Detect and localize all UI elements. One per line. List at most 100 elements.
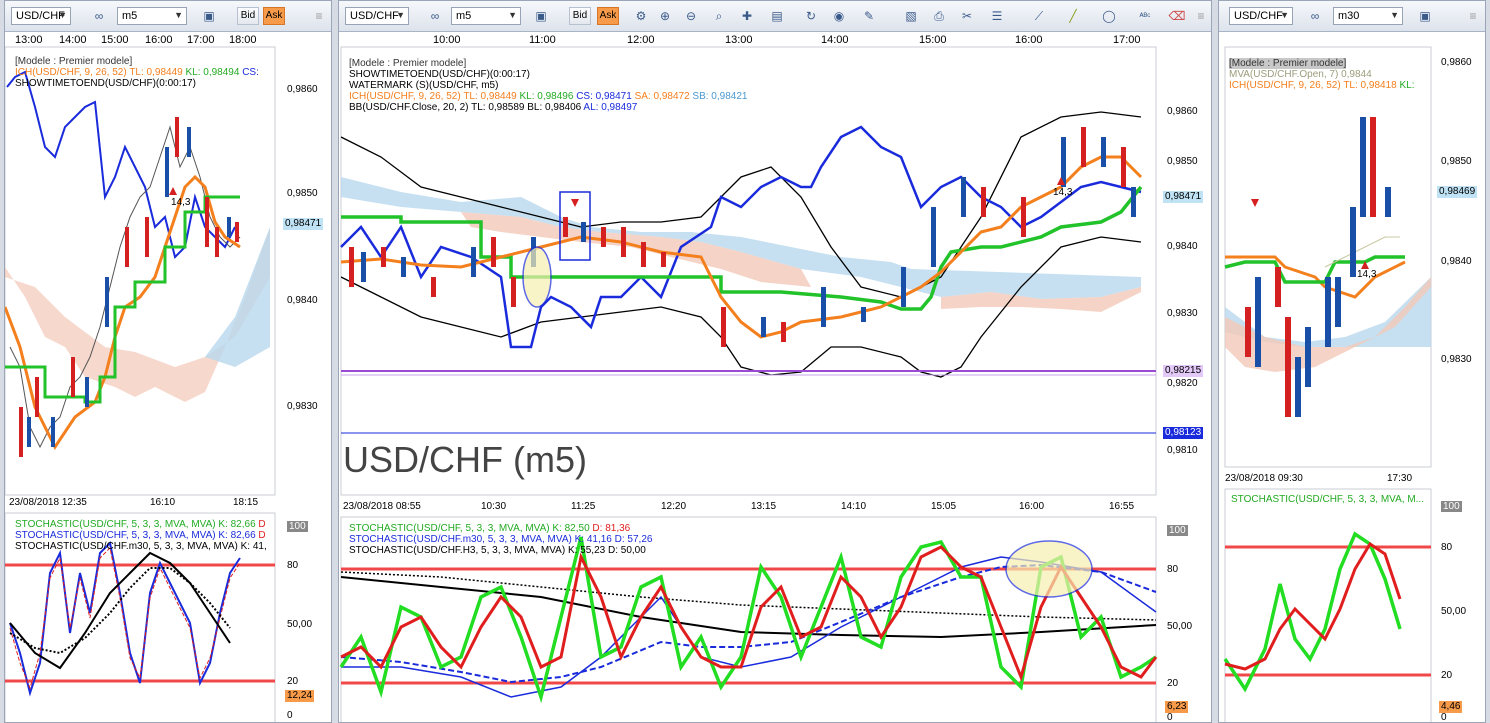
toolbar: USD/CHF ▼ ∞ m5 ▼ ▣ Bid Ask ⚙ ⊕ ⊖ ⌕ ✚ ▤ ↻ ◉… [339, 1, 1211, 32]
link-icon[interactable]: ∞ [1305, 7, 1325, 25]
ask-button[interactable]: Ask [597, 7, 619, 25]
date-label: 18:15 [233, 497, 259, 508]
template-icon[interactable]: ▤ [767, 7, 787, 25]
symbol-select[interactable]: USD/CHF ▼ [1229, 7, 1293, 25]
fan-icon[interactable]: ⟋ [1029, 7, 1049, 25]
chart-type-icon[interactable]: ▣ [531, 7, 551, 25]
stoch-level: 0 [1441, 712, 1447, 723]
current-price-tag: 0,98469 [1437, 186, 1478, 198]
legend-ichimoku: ICH(USD/CHF, 9, 26, 52) TL: 0,98449 KL: … [349, 91, 748, 102]
image-icon[interactable]: ▧ [901, 7, 921, 25]
date-label: 10:30 [481, 501, 507, 512]
stoch-legend-2: STOCHASTIC(USD/CHF.m30, 5, 3, 3, MVA, MV… [349, 534, 653, 545]
price-chart[interactable]: 14,3 [1224, 46, 1432, 468]
stoch-level: 100 [287, 521, 308, 532]
current-price-tag: 0,98471 [1163, 191, 1204, 203]
menu-icon[interactable]: ≡ [309, 7, 329, 25]
print-icon[interactable]: ⎙ [929, 7, 949, 25]
chevron-down-icon: ▼ [1390, 10, 1399, 20]
time-label: 12:00 [627, 34, 655, 46]
chart-type-icon[interactable]: ▣ [1415, 7, 1435, 25]
bid-button[interactable]: Bid [569, 7, 591, 25]
stoch-legend-2: STOCHASTIC(USD/CHF, 5, 3, 3, MVA, MVA) K… [15, 530, 266, 541]
ich-tl: TL: 0,98449 [129, 67, 183, 78]
date-label: 15:05 [931, 501, 957, 512]
stoch-level: 80 [1441, 542, 1453, 553]
time-label: 14:00 [59, 34, 87, 46]
stoch-legend-3: STOCHASTIC(USD/CHF.H3, 5, 3, 3, MVA, MVA… [349, 545, 646, 556]
menu-icon[interactable]: ≡ [1463, 7, 1483, 25]
date-label: 23/08/2018 08:55 [343, 501, 421, 512]
globe-icon[interactable]: ◉ [829, 7, 849, 25]
legend-showtime: SHOWTIMETOEND(USD/CHF)(0:00:17) [15, 78, 196, 89]
chevron-down-icon: ▼ [396, 10, 405, 20]
indicators-icon[interactable]: ⚙ [631, 7, 651, 25]
tools-icon[interactable]: ✂ [957, 7, 977, 25]
price-label: 0,9830 [1167, 308, 1198, 319]
highlight-ellipse[interactable] [1005, 540, 1093, 598]
price-label: 0,9840 [1441, 256, 1472, 267]
chevron-down-icon: ▼ [58, 10, 67, 20]
time-label: 15:00 [919, 34, 947, 46]
menu-icon[interactable]: ≡ [1191, 7, 1211, 25]
price-label: 0,9860 [1167, 106, 1198, 117]
date-label: 16:00 [1019, 501, 1045, 512]
time-label: 13:00 [725, 34, 753, 46]
symbol-select[interactable]: USD/CHF ▼ [345, 7, 409, 25]
arrow-label: 14,3 [1053, 187, 1073, 198]
price-chart[interactable]: 14,3 [340, 46, 1157, 496]
time-label: 17:00 [187, 34, 215, 46]
date-label: 11:25 [571, 501, 596, 512]
zoom-out-icon[interactable]: ⊖ [681, 7, 701, 25]
lines-icon[interactable]: ☰ [987, 7, 1007, 25]
price-label: 0,9830 [1441, 354, 1472, 365]
link-icon[interactable]: ∞ [425, 7, 445, 25]
price-label: 0,9820 [1167, 378, 1198, 389]
date-label: 14:10 [841, 501, 867, 512]
stoch-legend-1: STOCHASTIC(USD/CHF, 5, 3, 3, MVA, MVA) K… [15, 519, 266, 530]
price-label: 0,9850 [1167, 156, 1198, 167]
ask-button[interactable]: Ask [263, 7, 285, 25]
timeframe-select[interactable]: m30 ▼ [1333, 7, 1403, 25]
chevron-down-icon: ▼ [508, 10, 517, 20]
time-label: 17:00 [1113, 34, 1141, 46]
link-icon[interactable]: ∞ [89, 7, 109, 25]
refresh-icon[interactable]: ↻ [801, 7, 821, 25]
date-label: 13:15 [751, 501, 777, 512]
price-label: 0,9850 [1441, 156, 1472, 167]
timeframe-select[interactable]: m5 ▼ [451, 7, 521, 25]
chart-type-icon[interactable]: ▣ [199, 7, 219, 25]
ruler-icon[interactable]: ✎ [859, 7, 879, 25]
zoom-fit-icon[interactable]: ⌕ [709, 7, 729, 25]
stoch-legend-1: STOCHASTIC(USD/CHF, 5, 3, 3, MVA, M... [1231, 494, 1424, 505]
highlight-ellipse[interactable] [522, 246, 552, 308]
stoch-level: 0 [287, 710, 293, 721]
date-label: 16:55 [1109, 501, 1135, 512]
ellipse-icon[interactable]: ◯ [1099, 7, 1119, 25]
timeframe-select[interactable]: m5 ▼ [117, 7, 187, 25]
chart-watermark: USD/CHF (m5) [343, 439, 587, 480]
blue-level-tag: 0,98123 [1163, 427, 1204, 439]
zoom-in-icon[interactable]: ⊕ [655, 7, 675, 25]
text-icon[interactable]: ᴬᴮᶜ [1135, 7, 1155, 25]
ich-cs: CS: [242, 67, 259, 78]
stochastic-chart[interactable] [1223, 488, 1432, 723]
trendline-icon[interactable]: ╱ [1063, 7, 1083, 25]
stoch-legend-1: STOCHASTIC(USD/CHF, 5, 3, 3, MVA, MVA) K… [349, 523, 631, 534]
toolbar: USD/CHF ▼ ∞ m5 ▼ ▣ Bid Ask ≡ [5, 1, 331, 32]
stoch-level: 50,00 [1167, 621, 1193, 632]
price-chart[interactable]: 14,3 [5, 46, 276, 496]
time-label: 18:00 [229, 34, 257, 46]
legend-mva: MVA(USD/CHF.Open, 7) 0,9844 [1229, 69, 1372, 80]
price-label: 0,9810 [1167, 445, 1198, 456]
eraser-icon[interactable]: ⌫ [1167, 7, 1187, 25]
stoch-legend-3: STOCHASTIC(USD/CHF.m30, 5, 3, 3, MVA, MV… [15, 541, 267, 552]
legend-bollinger: BB(USD/CHF.Close, 20, 2) TL: 0,98589 BL:… [349, 102, 638, 113]
stoch-level: 20 [1441, 670, 1453, 681]
symbol-select[interactable]: USD/CHF ▼ [11, 7, 71, 25]
legend-model: [Modele : Premier modele] [349, 58, 467, 69]
bid-button[interactable]: Bid [237, 7, 259, 25]
crosshair-icon[interactable]: ✚ [737, 7, 757, 25]
price-label: 0,9860 [1441, 57, 1472, 68]
price-label: 0,9840 [1167, 241, 1198, 252]
